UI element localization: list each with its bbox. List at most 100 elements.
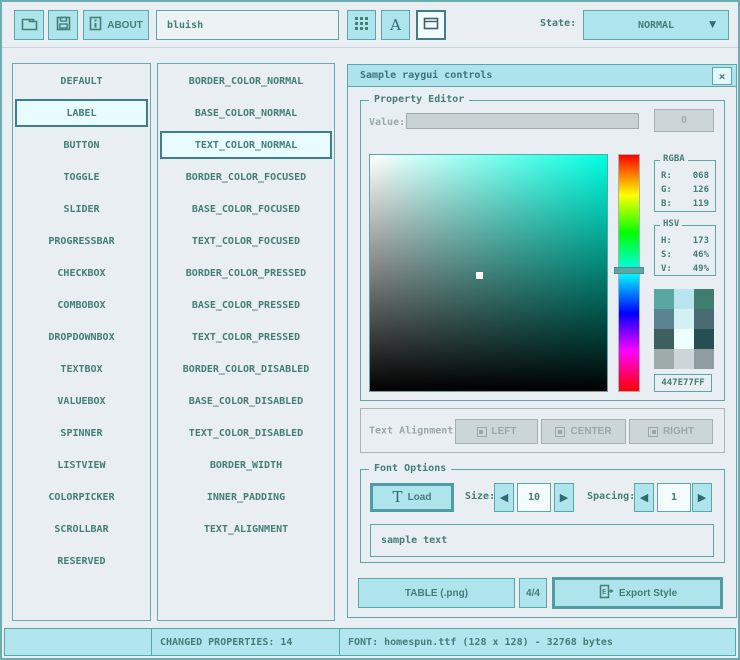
- size-decrease-button[interactable]: ◀: [494, 483, 514, 512]
- font-a-icon: A: [390, 18, 401, 33]
- hsv-h-row: H:173: [655, 234, 715, 248]
- state-dropdown[interactable]: NORMAL ▼: [583, 10, 729, 40]
- align-right-button[interactable]: RIGHT: [629, 419, 713, 444]
- control-item-slider[interactable]: SLIDER: [15, 195, 148, 223]
- text-alignment-label: Text Alignment:: [369, 425, 459, 436]
- style-color-swatch[interactable]: [654, 309, 674, 329]
- arrow-left-icon: ◀: [500, 491, 508, 504]
- style-table-view-button[interactable]: [347, 10, 376, 40]
- spacing-value-box[interactable]: 1: [657, 483, 691, 512]
- load-font-button[interactable]: T Load: [370, 483, 454, 512]
- property-item-base_color_disabled[interactable]: BASE_COLOR_DISABLED: [160, 387, 332, 415]
- property-item-text_color_pressed[interactable]: TEXT_COLOR_PRESSED: [160, 323, 332, 351]
- chevron-down-icon: ▼: [709, 20, 716, 30]
- floppy-disk-icon: [56, 16, 71, 34]
- style-color-swatch[interactable]: [674, 329, 694, 349]
- status-bar: CHANGED PROPERTIES: 14 FONT: homespun.tt…: [4, 628, 736, 656]
- sample-text-box[interactable]: sample text: [370, 524, 714, 557]
- property-item-border_color_normal[interactable]: BORDER_COLOR_NORMAL: [160, 67, 332, 95]
- sample-controls-window: Sample raygui controls × Property Editor…: [347, 64, 737, 618]
- export-pages-button[interactable]: 4/4: [519, 578, 547, 608]
- style-color-swatch[interactable]: [694, 349, 714, 369]
- save-style-button[interactable]: [48, 10, 78, 40]
- property-item-base_color_pressed[interactable]: BASE_COLOR_PRESSED: [160, 291, 332, 319]
- style-color-swatch[interactable]: [654, 329, 674, 349]
- style-color-swatch[interactable]: [674, 309, 694, 329]
- controls-list: DEFAULT LABEL BUTTON TOGGLE SLIDER PROGRESSBA…: [12, 63, 151, 621]
- hsv-s-row: S:46%: [655, 248, 715, 262]
- control-item-valuebox[interactable]: VALUEBOX: [15, 387, 148, 415]
- status-cell-empty: [4, 628, 152, 656]
- close-button[interactable]: ×: [712, 67, 732, 85]
- spacing-decrease-button[interactable]: ◀: [634, 483, 654, 512]
- control-item-spinner[interactable]: SPINNER: [15, 419, 148, 447]
- state-label: State:: [540, 18, 576, 29]
- about-button[interactable]: ABOUT: [83, 10, 149, 40]
- control-item-listview[interactable]: LISTVIEW: [15, 451, 148, 479]
- property-item-base_color_normal[interactable]: BASE_COLOR_NORMAL: [160, 99, 332, 127]
- control-item-dropdownbox[interactable]: DROPDOWNBOX: [15, 323, 148, 351]
- open-style-button[interactable]: [14, 10, 44, 40]
- property-item-border_color_focused[interactable]: BORDER_COLOR_FOCUSED: [160, 163, 332, 191]
- hsv-label: HSV: [660, 219, 682, 229]
- control-item-colorpicker[interactable]: COLORPICKER: [15, 483, 148, 511]
- property-item-border_color_disabled[interactable]: BORDER_COLOR_DISABLED: [160, 355, 332, 383]
- property-item-text_color_normal[interactable]: TEXT_COLOR_NORMAL: [160, 131, 332, 159]
- property-item-text_color_disabled[interactable]: TEXT_COLOR_DISABLED: [160, 419, 332, 447]
- size-increase-button[interactable]: ▶: [554, 483, 574, 512]
- spacing-label: Spacing:: [587, 491, 635, 502]
- hue-slider-handle[interactable]: [614, 267, 644, 274]
- value-label: Value:: [369, 117, 405, 128]
- style-color-swatch[interactable]: [654, 289, 674, 309]
- style-color-swatch[interactable]: [654, 349, 674, 369]
- property-item-inner_padding[interactable]: INNER_PADDING: [160, 483, 332, 511]
- color-picker-cursor[interactable]: [476, 272, 483, 279]
- rgba-b-row: B:119: [655, 197, 715, 211]
- export-format-button[interactable]: TABLE (.png): [358, 578, 515, 608]
- control-item-combobox[interactable]: COMBOBOX: [15, 291, 148, 319]
- rgba-r-row: R:068: [655, 169, 715, 183]
- control-item-progressbar[interactable]: PROGRESSBAR: [15, 227, 148, 255]
- property-item-border_width[interactable]: BORDER_WIDTH: [160, 451, 332, 479]
- font-view-button[interactable]: A: [381, 10, 410, 40]
- style-name-input[interactable]: [156, 10, 339, 40]
- control-item-label[interactable]: LABEL: [15, 99, 148, 127]
- export-style-button[interactable]: E Export Style: [552, 577, 723, 609]
- control-item-reserved[interactable]: RESERVED: [15, 547, 148, 575]
- style-color-swatch[interactable]: [674, 349, 694, 369]
- size-value-box[interactable]: 10: [517, 483, 551, 512]
- window-icon: [423, 17, 439, 33]
- control-item-textbox[interactable]: TEXTBOX: [15, 355, 148, 383]
- spacing-increase-button[interactable]: ▶: [692, 483, 712, 512]
- control-item-button[interactable]: BUTTON: [15, 131, 148, 159]
- hex-color-field[interactable]: 447E77FF: [654, 374, 712, 392]
- style-color-swatch[interactable]: [694, 289, 714, 309]
- controls-view-button[interactable]: [416, 10, 446, 40]
- style-color-swatch[interactable]: [674, 289, 694, 309]
- value-button[interactable]: 0: [654, 109, 714, 132]
- control-item-scrollbar[interactable]: SCROLLBAR: [15, 515, 148, 543]
- arrow-left-icon: ◀: [640, 491, 648, 504]
- control-item-checkbox[interactable]: CHECKBOX: [15, 259, 148, 287]
- value-slider[interactable]: [406, 113, 639, 129]
- hsv-group: HSV H:173 S:46% V:49%: [654, 225, 716, 276]
- style-color-swatch[interactable]: [694, 329, 714, 349]
- control-item-default[interactable]: DEFAULT: [15, 67, 148, 95]
- property-item-text_color_focused[interactable]: TEXT_COLOR_FOCUSED: [160, 227, 332, 255]
- control-item-toggle[interactable]: TOGGLE: [15, 163, 148, 191]
- property-editor-label: Property Editor: [369, 94, 469, 105]
- style-color-swatch[interactable]: [694, 309, 714, 329]
- align-center-button[interactable]: CENTER: [541, 419, 626, 444]
- text-t-icon: T: [393, 490, 403, 505]
- property-item-border_color_pressed[interactable]: BORDER_COLOR_PRESSED: [160, 259, 332, 287]
- property-item-text_alignment[interactable]: TEXT_ALIGNMENT: [160, 515, 332, 543]
- sample-window-title: Sample raygui controls: [360, 70, 492, 81]
- color-picker-panel[interactable]: [369, 154, 608, 392]
- folder-open-icon: [21, 17, 38, 34]
- value-button-label: 0: [681, 115, 687, 126]
- property-item-base_color_focused[interactable]: BASE_COLOR_FOCUSED: [160, 195, 332, 223]
- align-left-button[interactable]: LEFT: [455, 419, 538, 444]
- hex-color-value: 447E77FF: [661, 378, 704, 388]
- hsv-v-row: V:49%: [655, 262, 715, 276]
- rgba-label: RGBA: [660, 154, 688, 164]
